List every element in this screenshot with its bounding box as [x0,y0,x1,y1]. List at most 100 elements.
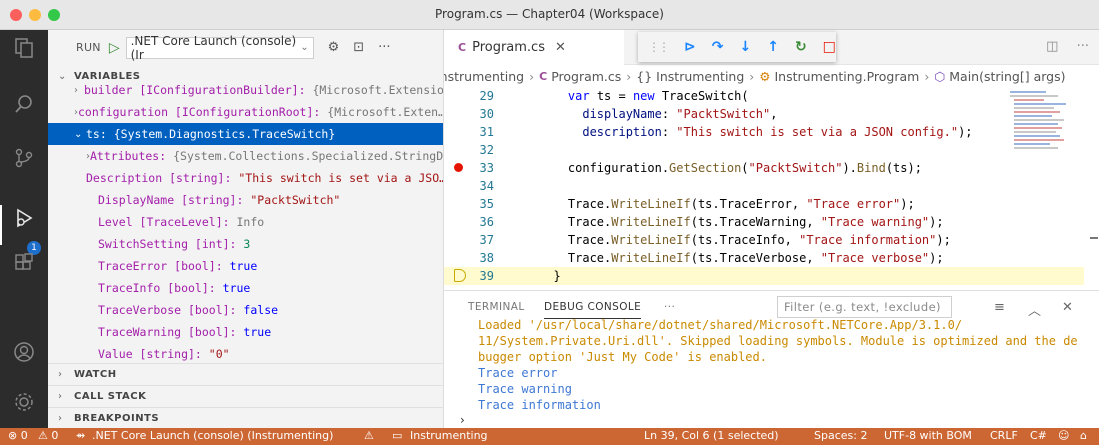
variable-row[interactable]: › configuration [IConfigurationRoot]: {Mi… [48,101,444,123]
code-text: Trace.WriteLineIf(ts.TraceError, "Trace … [539,197,915,211]
chevron-right-icon: › [749,68,755,84]
variable-row[interactable]: TraceVerbose [bool]: false [48,299,443,321]
code-line[interactable]: 30 displayName: "PacktSwitch", [444,105,1084,123]
console-line: Trace warning [478,382,572,396]
variable-name: TraceWarning [bool]: [98,325,237,339]
variable-row[interactable]: SwitchSetting [int]: 3 [48,233,443,255]
variable-row[interactable]: DisplayName [string]: "PacktSwitch" [48,189,443,211]
chevron-right-icon: › [58,391,63,402]
watch-section-header[interactable]: › WATCH [48,363,443,385]
code-editor[interactable]: 29 var ts = new TraceSwitch(30 displayNa… [444,87,1084,287]
variable-name: Attributes: [90,149,167,163]
indentation[interactable]: Spaces: 2 [814,429,867,442]
code-text: displayName: "PacktSwitch", [582,107,778,121]
breadcrumb-item-file[interactable]: Program.cs [551,69,621,84]
step-into-icon[interactable]: ↓ [739,39,751,55]
panel-more-button[interactable]: ··· [664,301,675,313]
account-icon[interactable] [12,340,36,364]
code-line[interactable]: 35 Trace.WriteLineIf(ts.TraceError, "Tra… [444,195,1084,213]
warnings-count[interactable]: ⚠ 0 [38,429,58,442]
code-line[interactable]: 31 description: "This switch is set via … [444,123,1084,141]
code-line[interactable]: 33 configuration.GetSection("PacktSwitch… [444,159,1084,177]
restart-icon[interactable]: ↻ [795,39,807,55]
breakpoints-section-header[interactable]: › BREAKPOINTS [48,407,443,428]
code-line[interactable]: 38 Trace.WriteLineIf(ts.TraceVerbose, "T… [444,249,1084,267]
chevron-right-icon: › [529,68,535,84]
code-line[interactable]: 39 } [444,267,1084,285]
explorer-icon[interactable] [12,36,36,60]
variable-value: {Microsoft.Exten… [327,105,444,119]
step-out-icon[interactable]: ↑ [767,39,779,55]
errors-count[interactable]: ⊗ 0 [8,429,28,442]
split-editor-icon[interactable]: ◫ [1046,39,1058,54]
variable-row[interactable]: Value [string]: "0" [48,343,443,365]
feedback-icon[interactable]: ☺ [1058,429,1069,442]
source-control-icon[interactable] [12,146,36,170]
close-panel-icon[interactable]: ✕ [1062,300,1073,315]
variable-value: {System.Diagnostics.TraceSwitch} [113,127,336,141]
call-stack-section-header[interactable]: › CALL STACK [48,385,443,407]
code-line[interactable]: 37 Trace.WriteLineIf(ts.TraceInfo, "Trac… [444,231,1084,249]
gear-icon[interactable]: ⚙ [328,40,340,55]
code-line[interactable]: 32 [444,141,1084,159]
minimap-scroll-marker [1090,237,1098,239]
cursor-position[interactable]: Ln 39, Col 6 (1 selected) [644,429,779,442]
code-line[interactable]: 36 Trace.WriteLineIf(ts.TraceWarning, "T… [444,213,1084,231]
method-icon: ⬡ [934,68,946,84]
chevron-right-icon[interactable]: › [74,85,84,96]
step-over-icon[interactable]: ↷ [712,39,724,55]
breadcrumb-item-method[interactable]: Main(string[] args) [949,69,1065,84]
launch-config-value: .NET Core Launch (console) (Ir [130,33,297,62]
variable-name: TraceInfo [bool]: [98,281,216,295]
drag-handle-icon[interactable]: ⋮⋮ [648,40,670,54]
variable-value: false [243,303,279,317]
chevron-right-icon: › [58,369,63,380]
end-of-line[interactable]: CRLF [990,429,1018,442]
variable-row[interactable]: TraceWarning [bool]: true [48,321,443,343]
project-folder[interactable]: Instrumenting [410,429,488,442]
variable-row[interactable]: TraceInfo [bool]: true [48,277,443,299]
variable-row[interactable]: ⌄ ts: {System.Diagnostics.TraceSwitch} [48,123,443,145]
console-line: Trace information [478,398,601,412]
start-debugging-icon[interactable]: ▷ [109,40,120,56]
search-icon[interactable] [12,92,36,116]
variable-row[interactable]: Description [string]: "This switch is se… [48,167,443,189]
launch-config-select[interactable]: .NET Core Launch (console) (Ir ⌄ [125,33,314,62]
variable-name: Level [TraceLevel]: [98,215,230,229]
console-line: bugger option 'Just My Code' is enabled. [478,350,767,364]
tab-terminal[interactable]: TERMINAL [468,301,525,313]
editor-actions: ◫ ··· [1046,39,1089,54]
stop-icon[interactable]: □ [823,39,836,55]
console-prompt[interactable]: › [460,413,465,427]
breadcrumb: Instrumenting › C Program.cs › {} Instru… [444,65,1099,87]
variable-name: configuration [IConfigurationRoot]: [78,105,321,119]
chevron-down-icon[interactable]: ⌄ [74,129,86,140]
variable-row[interactable]: › builder [IConfigurationBuilder]: {Micro… [48,79,443,101]
more-actions-button[interactable]: ··· [1077,39,1089,54]
variable-row[interactable]: › Attributes: {System.Collections.Special… [48,145,443,167]
file-encoding[interactable]: UTF-8 with BOM [884,429,972,442]
breakpoint-icon[interactable] [454,163,463,172]
code-line[interactable]: 34 [444,177,1084,195]
manage-gear-icon[interactable] [12,390,36,414]
run-debug-icon[interactable] [12,206,36,230]
variable-row[interactable]: TraceError [bool]: true [48,255,443,277]
breadcrumb-item-folder[interactable]: Instrumenting [444,69,524,84]
continue-icon[interactable]: ⊳ [684,39,696,55]
notifications-icon[interactable]: ⌂ [1080,429,1087,442]
close-icon[interactable]: ✕ [555,40,566,55]
console-filter-input[interactable]: Filter (e.g. text, !exclude) [777,296,952,318]
tab-program-cs[interactable]: C Program.cs ✕ [444,30,624,65]
breadcrumb-item-class[interactable]: Instrumenting.Program [775,69,920,84]
terminal-icon[interactable]: ⊡ [353,40,364,55]
code-line[interactable]: 29 var ts = new TraceSwitch( [444,87,1084,105]
clear-console-icon[interactable]: ≡ [994,300,1005,315]
variable-row[interactable]: Level [TraceLevel]: Info [48,211,443,233]
language-mode[interactable]: C# [1030,429,1047,442]
minimap[interactable] [1004,87,1099,287]
extensions-icon[interactable] [12,252,36,276]
breadcrumb-item-namespace[interactable]: {} Instrumenting [636,69,744,84]
run-toolbar: RUN ▷ .NET Core Launch (console) (Ir ⌄ ⚙… [48,30,443,65]
debug-launch-status[interactable]: .NET Core Launch (console) (Instrumentin… [92,429,333,442]
more-actions-button[interactable]: ··· [378,40,390,55]
